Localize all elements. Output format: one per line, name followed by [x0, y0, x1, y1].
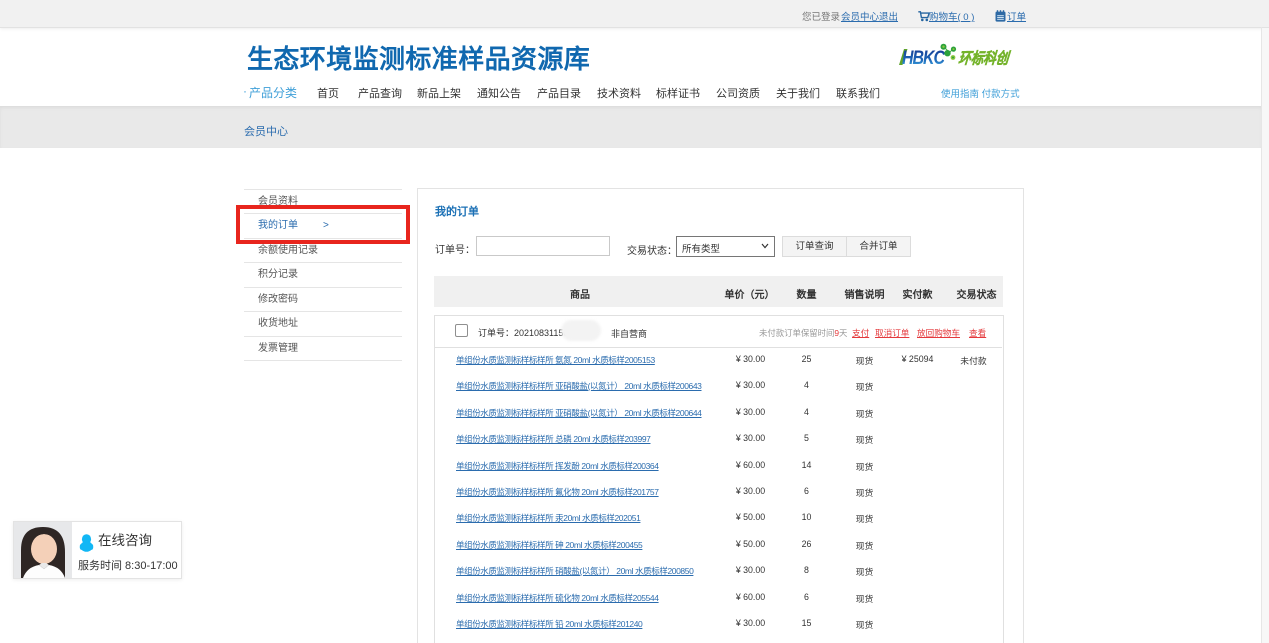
svg-text:环标科创: 环标科创 — [958, 50, 1012, 68]
svg-text:HBKC: HBKC — [902, 48, 945, 69]
